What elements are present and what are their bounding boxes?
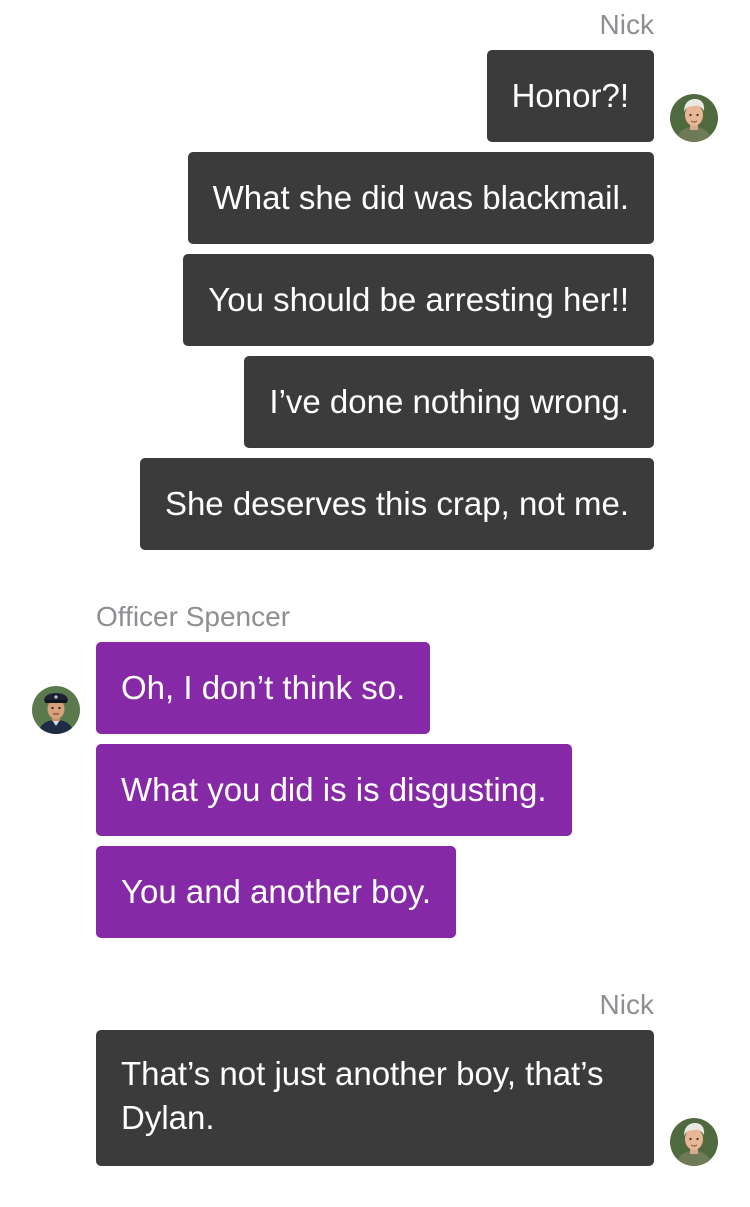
sender-name-nick: Nick: [599, 9, 654, 40]
sender-name-officer-spencer: Officer Spencer: [96, 601, 291, 632]
nick-avatar[interactable]: [670, 1118, 718, 1166]
message-bubble: What you did is is disgusting.: [96, 744, 572, 836]
officer-spencer-avatar[interactable]: [32, 686, 80, 734]
message-bubble: I’ve done nothing wrong.: [244, 356, 654, 448]
message-bubble: You should be arresting her!!: [183, 254, 654, 346]
message-bubble: She deserves this crap, not me.: [139, 458, 654, 550]
nick-avatar[interactable]: [670, 94, 718, 142]
message-bubble: That’s not just another boy, that’s Dyla…: [96, 1030, 654, 1166]
message-bubble: Oh, I don’t think so.: [96, 642, 431, 734]
sender-name-nick: Nick: [599, 989, 654, 1020]
message-bubble: You and another boy.: [96, 846, 457, 938]
message-bubble: What she did was blackmail.: [187, 152, 654, 244]
message-bubble: Honor?!: [486, 50, 654, 142]
